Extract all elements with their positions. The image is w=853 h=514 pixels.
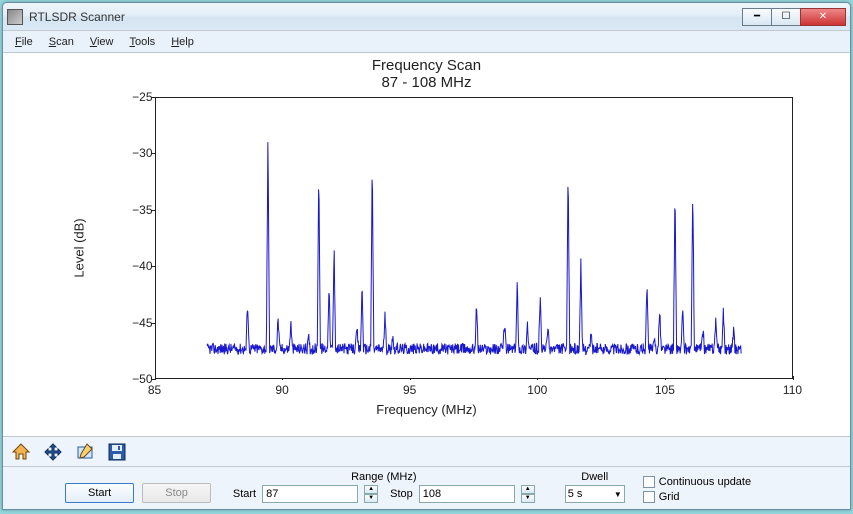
bottom-panel: Start Stop Range (MHz) Start ▲▼ Stop ▲▼ … [3, 466, 850, 509]
edit-icon[interactable] [73, 440, 97, 464]
dwell-group: Dwell 5 s ▼ [565, 471, 625, 503]
maximize-button[interactable]: ☐ [771, 8, 801, 26]
icon-toolbar [3, 436, 850, 466]
start-button[interactable]: Start [65, 483, 134, 503]
chart-subtitle: 87 - 108 MHz [15, 74, 838, 91]
stop-button[interactable]: Stop [142, 483, 211, 503]
continuous-label: Continuous update [659, 476, 751, 488]
dwell-header: Dwell [581, 471, 608, 483]
range-header: Range (MHz) [351, 471, 416, 483]
options-group: Continuous update Grid [643, 476, 751, 503]
pan-icon[interactable] [41, 440, 65, 464]
menu-file[interactable]: File [7, 34, 41, 50]
range-group: Range (MHz) Start ▲▼ Stop ▲▼ [233, 471, 535, 503]
start-input[interactable] [262, 485, 358, 503]
minimize-button[interactable]: ━ [742, 8, 772, 26]
menu-help[interactable]: Help [163, 34, 202, 50]
start-label: Start [233, 488, 256, 500]
plot-frame: Level (dB) Frequency (MHz) −25−30−35−40−… [57, 93, 797, 403]
spectrum-line [156, 98, 792, 378]
app-icon [7, 9, 23, 25]
close-button[interactable]: ✕ [800, 8, 846, 26]
menu-scan[interactable]: Scan [41, 34, 82, 50]
menubar: File Scan View Tools Help [3, 31, 850, 53]
window-title: RTLSDR Scanner [29, 10, 743, 24]
dwell-select[interactable]: 5 s ▼ [565, 485, 625, 503]
stop-label: Stop [390, 488, 413, 500]
chart-title: Frequency Scan [15, 57, 838, 74]
home-icon[interactable] [9, 440, 33, 464]
grid-checkbox[interactable] [643, 491, 655, 503]
x-axis-label: Frequency (MHz) [376, 402, 476, 417]
titlebar[interactable]: RTLSDR Scanner ━ ☐ ✕ [3, 3, 850, 31]
stop-input[interactable] [419, 485, 515, 503]
y-axis-label: Level (dB) [71, 218, 86, 277]
grid-label: Grid [659, 491, 680, 503]
plot-box[interactable] [155, 97, 793, 379]
stop-spinner[interactable]: ▲▼ [521, 485, 535, 503]
continuous-checkbox[interactable] [643, 476, 655, 488]
save-icon[interactable] [105, 440, 129, 464]
menu-view[interactable]: View [82, 34, 122, 50]
chart-area: Frequency Scan 87 - 108 MHz Level (dB) F… [3, 53, 850, 436]
menu-tools[interactable]: Tools [122, 34, 164, 50]
window-controls: ━ ☐ ✕ [743, 8, 846, 26]
dwell-value: 5 s [568, 488, 583, 500]
start-spinner[interactable]: ▲▼ [364, 485, 378, 503]
app-window: RTLSDR Scanner ━ ☐ ✕ File Scan View Tool… [2, 2, 851, 510]
chevron-down-icon: ▼ [614, 490, 622, 499]
